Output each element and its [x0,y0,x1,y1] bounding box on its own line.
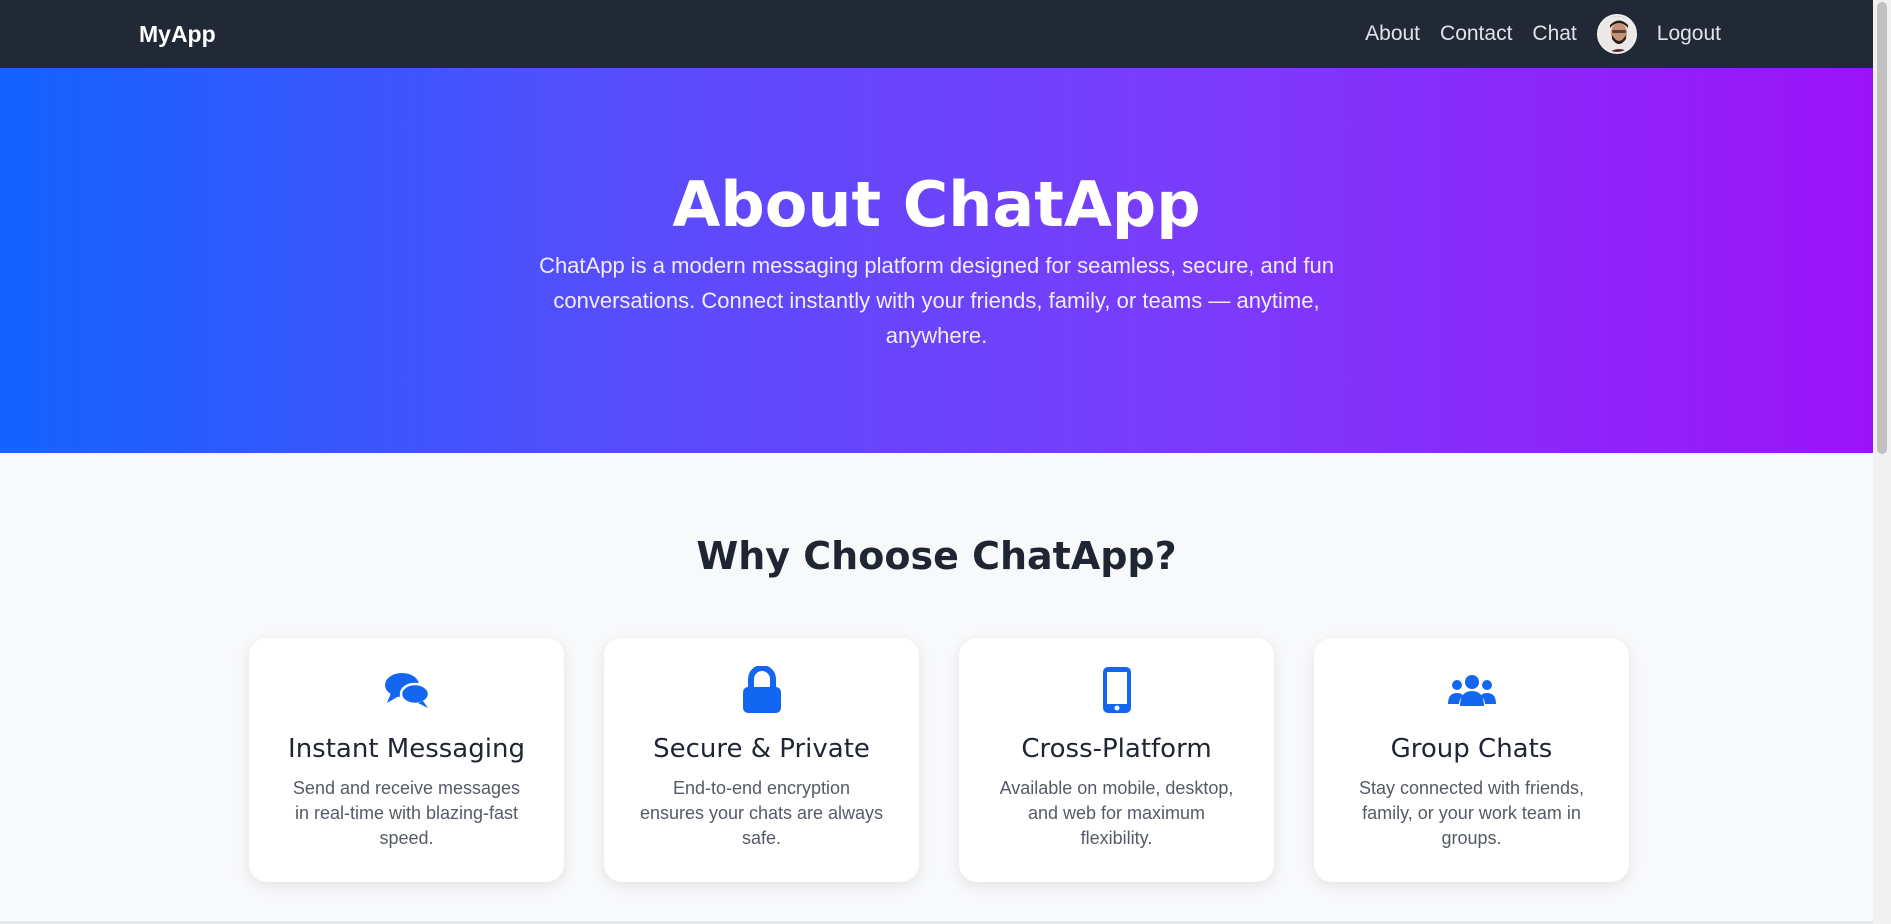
feature-text: End-to-end encryption ensures your chats… [639,778,884,848]
feature-cards: Instant Messaging Send and receive messa… [249,638,1629,882]
feature-title: Secure & Private [653,734,870,764]
hero-section: About ChatApp ChatApp is a modern messag… [0,68,1873,453]
feature-text: Stay connected with friends, family, or … [1358,778,1585,848]
feature-text: Send and receive messages in real-time w… [292,778,521,848]
feature-title: Cross-Platform [1021,734,1212,764]
feature-title: Instant Messaging [288,734,525,764]
vertical-scrollbar[interactable] [1873,0,1891,924]
feature-card-secure-private: Secure & Private End-to-end encryption e… [604,638,919,882]
nav-link-contact[interactable]: Contact [1440,22,1512,46]
feature-card-instant-messaging: Instant Messaging Send and receive messa… [249,638,564,882]
hero-title: About ChatApp [672,168,1201,241]
feature-card-cross-platform: Cross-Platform Available on mobile, desk… [959,638,1274,882]
hero-description: ChatApp is a modern messaging platform d… [539,253,1334,348]
scrollbar-thumb[interactable] [1877,2,1887,454]
lock-icon [604,666,919,714]
nav-links: About Contact Chat Logout [1365,14,1721,54]
logout-link[interactable]: Logout [1657,22,1721,46]
chat-bubbles-icon [249,666,564,714]
features-section: Why Choose ChatApp? Instant Messaging Se… [0,453,1873,924]
feature-title: Group Chats [1390,734,1553,764]
features-title: Why Choose ChatApp? [696,534,1177,578]
feature-card-group-chats: Group Chats Stay connected with friends,… [1314,638,1629,882]
mobile-phone-icon [959,666,1274,714]
avatar-icon [1598,16,1635,52]
nav-link-chat[interactable]: Chat [1532,22,1576,46]
feature-text: Available on mobile, desktop, and web fo… [999,778,1234,848]
user-avatar[interactable] [1596,14,1637,54]
nav-link-about[interactable]: About [1365,22,1420,46]
brand-logo[interactable]: MyApp [139,21,216,48]
navbar: MyApp About Contact Chat Logout [0,0,1873,68]
users-group-icon [1314,666,1629,714]
